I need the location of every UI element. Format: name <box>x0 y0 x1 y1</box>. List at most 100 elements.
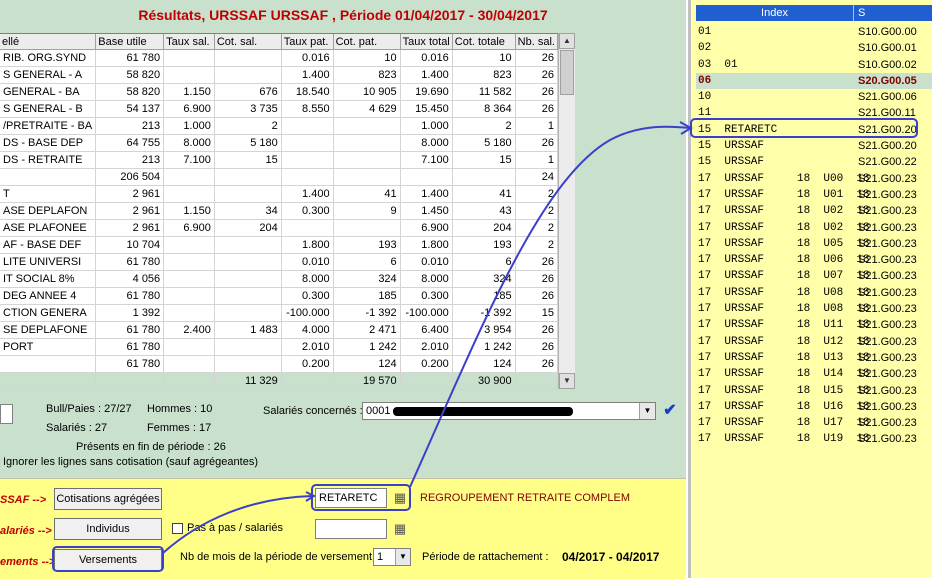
salarie-input[interactable] <box>315 519 387 539</box>
table-cell: -100.000 <box>400 304 453 322</box>
index-list-item[interactable]: 15 RETARETC S21.G00.20 <box>696 122 932 138</box>
grid-vertical-scrollbar[interactable]: ▲ ▼ <box>558 33 575 389</box>
check-arrow-icon[interactable]: ✔ <box>661 401 679 421</box>
index-list-item[interactable]: 15 URSSAF S21.G00.22 <box>696 154 932 170</box>
grid-column-header[interactable]: Cot. pat. <box>333 34 401 50</box>
table-cell <box>163 287 215 305</box>
table-cell: 0.010 <box>400 253 453 271</box>
table-row[interactable]: PORT 61 780 2.010 1 242 2.010 1 242 26 <box>0 338 558 356</box>
table-cell <box>214 66 282 84</box>
salaries-concernes-label: Salariés concernés : <box>263 405 363 417</box>
table-row[interactable]: 61 780 0.200 124 0.200 124 26 <box>0 355 558 373</box>
index-list-item[interactable]: 17 URSSAF 18 U11 18 S21.G00.23 <box>696 317 932 333</box>
index-list-item[interactable]: 10 S21.G00.06 <box>696 89 932 105</box>
index-list-item[interactable]: 17 URSSAF 18 U19 18 S21.G00.23 <box>696 431 932 447</box>
small-input[interactable] <box>0 404 13 424</box>
index-list-item[interactable]: 17 URSSAF 18 U15 18 S21.G00.23 <box>696 383 932 399</box>
index-list-item[interactable]: 17 URSSAF 18 U08 18 S21.G00.23 <box>696 301 932 317</box>
table-cell <box>214 49 282 67</box>
table-cell: 61 780 <box>95 253 165 271</box>
index-list-item[interactable]: 17 URSSAF 18 U07 18 S21.G00.23 <box>696 268 932 284</box>
index-column-header[interactable]: Index <box>696 5 854 21</box>
table-row[interactable]: S GENERAL - A 58 820 1.400 823 1.400 823 26 <box>0 66 558 84</box>
index-list-item[interactable]: 17 URSSAF 18 U02 18 S21.G00.23 <box>696 220 932 236</box>
chevron-down-icon[interactable]: ▼ <box>395 549 410 565</box>
table-cell: 324 <box>452 270 516 288</box>
table-row[interactable]: ASE PLAFONEE 2 961 6.900 204 6.900 204 2 <box>0 219 558 237</box>
segment-column-header[interactable]: S <box>858 5 865 21</box>
nb-mois-select[interactable]: 1 ▼ <box>373 548 411 566</box>
chevron-down-icon[interactable]: ▼ <box>639 403 655 419</box>
table-cell: 2 <box>515 236 558 254</box>
table-cell: 3 954 <box>452 321 516 339</box>
index-list-item[interactable]: 17 URSSAF 18 U08 18 S21.G00.23 <box>696 285 932 301</box>
grid-column-header[interactable]: Base utile <box>95 34 165 50</box>
index-list-item[interactable]: 17 URSSAF 18 U14 18 S21.G00.23 <box>696 366 932 382</box>
table-cell <box>333 134 401 152</box>
table-row[interactable]: DS - RETRAITE 213 7.100 15 7.100 15 1 <box>0 151 558 169</box>
index-list-item[interactable]: 11 S21.G00.11 <box>696 105 932 121</box>
index-list-item[interactable]: 17 URSSAF 18 U12 18 S21.G00.23 <box>696 334 932 350</box>
index-list-item[interactable]: 17 URSSAF 18 U01 18 S21.G00.23 <box>696 187 932 203</box>
pas-a-pas-checkbox[interactable] <box>172 523 183 534</box>
grid-column-header[interactable]: Taux pat. <box>281 34 334 50</box>
index-list-item[interactable]: 03 01 S10.G00.02 <box>696 57 932 73</box>
table-row[interactable]: GENERAL - BA 58 820 1.150 676 18.540 10 905 19… <box>0 83 558 101</box>
index-list-item[interactable]: 17 URSSAF 18 U05 18 S21.G00.23 <box>696 236 932 252</box>
index-list-item[interactable]: 17 URSSAF 18 U13 18 S21.G00.23 <box>696 350 932 366</box>
regroupement-input[interactable]: RETARETC <box>315 488 387 508</box>
table-row[interactable]: S GENERAL - B 54 137 6.900 3 735 8.550 4 629 1… <box>0 100 558 118</box>
table-cell: DS - BASE DEP <box>0 134 97 152</box>
table-cell <box>333 168 401 186</box>
grid-column-header[interactable]: Cot. totale <box>452 34 516 50</box>
index-list-item[interactable]: 17 URSSAF 18 U00 18 S21.G00.23 <box>696 171 932 187</box>
table-cell <box>452 168 516 186</box>
table-row[interactable]: 206 504 24 <box>0 168 558 186</box>
table-row[interactable]: IT SOCIAL 8% 4 056 8.000 324 8.000 324 26 <box>0 270 558 288</box>
scroll-thumb[interactable] <box>560 50 574 95</box>
versements-button[interactable]: Versements <box>54 549 162 571</box>
ignore-option-label[interactable]: Ignorer les lignes sans cotisation (sauf… <box>3 456 258 468</box>
index-list-item[interactable]: 17 URSSAF 18 U02 18 S21.G00.23 <box>696 203 932 219</box>
table-row[interactable]: /PRETRAITE - BA 213 1.000 2 1.000 2 1 <box>0 117 558 135</box>
table-cell <box>281 151 334 169</box>
grid-column-header[interactable]: Cot. sal. <box>214 34 282 50</box>
index-list-item[interactable]: 17 URSSAF 18 U17 18 S21.G00.23 <box>696 415 932 431</box>
salaries-concernes-select[interactable]: 0001 ▼ <box>362 402 656 420</box>
individus-button[interactable]: Individus <box>54 518 162 540</box>
index-list-item[interactable]: 06 S20.G00.05 <box>696 72 932 90</box>
grid-column-header[interactable]: Taux total <box>400 34 453 50</box>
grid-column-header[interactable]: Nb. sal. <box>515 34 558 50</box>
table-icon[interactable]: ▦ <box>391 489 409 507</box>
table-cell: 9 <box>333 202 401 220</box>
table-icon[interactable]: ▦ <box>391 520 409 538</box>
cotisations-agregees-button[interactable]: Cotisations agrégées <box>54 488 162 510</box>
table-row[interactable]: CTION GENERA 1 392 -100.000 -1 392 -100.000-… <box>0 304 558 322</box>
table-row[interactable]: DEG ANNEE 4 61 780 0.300 185 0.300 185 26 <box>0 287 558 305</box>
table-row[interactable]: LITE UNIVERSI 61 780 0.010 6 0.010 6 26 <box>0 253 558 271</box>
table-row[interactable]: DS - BASE DEP 64 755 8.000 5 180 8.000 5 180 2… <box>0 134 558 152</box>
index-list-item[interactable]: 17 URSSAF 18 U06 18 S21.G00.23 <box>696 252 932 268</box>
table-row[interactable]: ASE DEPLAFON 2 961 1.150 34 0.300 9 1.450 43 2 <box>0 202 558 220</box>
scroll-down-icon[interactable]: ▼ <box>559 373 575 389</box>
scroll-up-icon[interactable]: ▲ <box>559 33 575 49</box>
index-list-item[interactable]: 15 URSSAF S21.G00.20 <box>696 138 932 154</box>
index-value: 17 URSSAF 18 U01 18 <box>698 188 870 201</box>
index-list-item[interactable]: 17 URSSAF 18 U16 18 S21.G00.23 <box>696 399 932 415</box>
grid-column-header[interactable]: ellé <box>0 34 97 50</box>
index-list-item[interactable]: 02 S10.G00.01 <box>696 40 932 56</box>
table-row[interactable]: RIB. ORG.SYND 61 780 0.016 10 0.016 10 26 <box>0 49 558 67</box>
table-row[interactable]: T2 961 1.400 41 1.400 41 2 <box>0 185 558 203</box>
table-cell: 5 180 <box>452 134 516 152</box>
index-value: 15 URSSAF <box>698 140 765 153</box>
table-row[interactable]: SE DEPLAFONE 61 780 2.400 1 483 4.000 2 471 6.… <box>0 321 558 339</box>
table-cell: 4 056 <box>95 270 165 288</box>
segment-code: S21.G00.23 <box>858 303 917 316</box>
results-grid[interactable]: ellé Base utile Taux sal. Cot. sal. Taux pat… <box>0 33 558 390</box>
table-row[interactable]: AF - BASE DEF 10 704 1.800 193 1.800 193 2 <box>0 236 558 254</box>
index-value: 17 URSSAF 18 U13 18 <box>698 351 870 364</box>
index-list[interactable]: 01 S10.G00.00 02 S10.G00.01 03 01 S10.G00.02 0… <box>696 24 932 448</box>
index-list-item[interactable]: 01 S10.G00.00 <box>696 24 932 40</box>
grid-column-header[interactable]: Taux sal. <box>163 34 215 50</box>
table-cell: 2 961 <box>95 219 165 237</box>
